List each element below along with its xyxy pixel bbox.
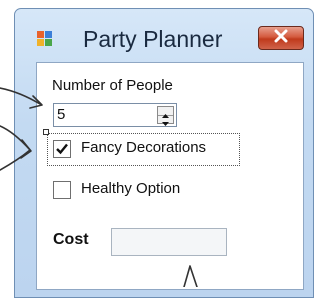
arrow-to-cost-icon xyxy=(183,265,198,287)
annotation-arrows xyxy=(0,87,198,287)
arrow-to-checkbox-icon xyxy=(0,125,31,171)
